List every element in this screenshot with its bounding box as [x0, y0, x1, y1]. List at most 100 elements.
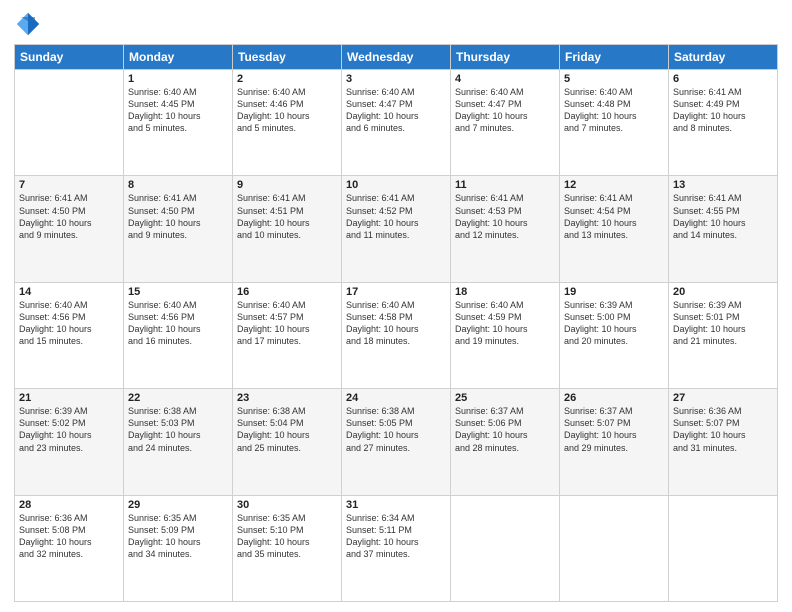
main-container: Sunday Monday Tuesday Wednesday Thursday…	[0, 0, 792, 612]
day-number: 22	[128, 392, 228, 404]
calendar-cell: 13Sunrise: 6:41 AM Sunset: 4:55 PM Dayli…	[669, 176, 778, 282]
calendar-week-5: 28Sunrise: 6:36 AM Sunset: 5:08 PM Dayli…	[15, 495, 778, 601]
calendar-week-3: 14 Sunrise: 6:40 AM Sunset: 4:56 PM Dayli…	[15, 282, 778, 388]
day-number: 9	[237, 179, 337, 191]
header	[14, 10, 778, 38]
day-number: 6	[673, 73, 773, 85]
day-number: 17	[346, 286, 446, 298]
day-number: 11	[455, 179, 555, 191]
day-info: Sunrise: 6:34 AM Sunset: 5:11 PM Dayligh…	[346, 512, 446, 561]
calendar-cell	[669, 495, 778, 601]
calendar-cell	[560, 495, 669, 601]
calendar-table: Sunday Monday Tuesday Wednesday Thursday…	[14, 44, 778, 602]
calendar-cell: 3Sunrise: 6:40 AM Sunset: 4:47 PM Daylig…	[342, 70, 451, 176]
day-info: Sunrise: 6:41 AM Sunset: 4:55 PM Dayligh…	[673, 192, 773, 241]
day-info: Sunrise: 6:40 AM Sunset: 4:56 PM Dayligh…	[128, 299, 228, 348]
col-tuesday: Tuesday	[233, 45, 342, 70]
day-info: Sunrise: 6:40 AM Sunset: 4:45 PM Dayligh…	[128, 86, 228, 135]
day-info: Sunrise: 6:39 AM Sunset: 5:02 PM Dayligh…	[19, 405, 119, 454]
calendar-cell: 1Sunrise: 6:40 AM Sunset: 4:45 PM Daylig…	[124, 70, 233, 176]
day-number: 27	[673, 392, 773, 404]
day-info: Sunrise: 6:40 AM Sunset: 4:59 PM Dayligh…	[455, 299, 555, 348]
calendar-cell	[15, 70, 124, 176]
day-info: Sunrise: 6:41 AM Sunset: 4:50 PM Dayligh…	[128, 192, 228, 241]
day-number: 8	[128, 179, 228, 191]
day-number: 12	[564, 179, 664, 191]
calendar-cell: 11Sunrise: 6:41 AM Sunset: 4:53 PM Dayli…	[451, 176, 560, 282]
day-number: 15	[128, 286, 228, 298]
day-number: 24	[346, 392, 446, 404]
day-number: 5	[564, 73, 664, 85]
day-info: Sunrise: 6:41 AM Sunset: 4:51 PM Dayligh…	[237, 192, 337, 241]
day-number: 28	[19, 499, 119, 511]
day-info: Sunrise: 6:39 AM Sunset: 5:00 PM Dayligh…	[564, 299, 664, 348]
day-number: 2	[237, 73, 337, 85]
col-wednesday: Wednesday	[342, 45, 451, 70]
day-number: 18	[455, 286, 555, 298]
calendar-cell: 15Sunrise: 6:40 AM Sunset: 4:56 PM Dayli…	[124, 282, 233, 388]
day-info: Sunrise: 6:40 AM Sunset: 4:57 PM Dayligh…	[237, 299, 337, 348]
day-number: 4	[455, 73, 555, 85]
day-info: Sunrise: 6:39 AM Sunset: 5:01 PM Dayligh…	[673, 299, 773, 348]
col-saturday: Saturday	[669, 45, 778, 70]
logo	[14, 10, 46, 38]
calendar-cell: 31Sunrise: 6:34 AM Sunset: 5:11 PM Dayli…	[342, 495, 451, 601]
day-info: Sunrise: 6:38 AM Sunset: 5:05 PM Dayligh…	[346, 405, 446, 454]
calendar-cell: 26Sunrise: 6:37 AM Sunset: 5:07 PM Dayli…	[560, 389, 669, 495]
day-number: 3	[346, 73, 446, 85]
calendar-week-1: 1Sunrise: 6:40 AM Sunset: 4:45 PM Daylig…	[15, 70, 778, 176]
calendar-cell: 2Sunrise: 6:40 AM Sunset: 4:46 PM Daylig…	[233, 70, 342, 176]
col-monday: Monday	[124, 45, 233, 70]
day-number: 1	[128, 73, 228, 85]
col-thursday: Thursday	[451, 45, 560, 70]
calendar-cell: 21Sunrise: 6:39 AM Sunset: 5:02 PM Dayli…	[15, 389, 124, 495]
day-number: 14	[19, 286, 119, 298]
calendar-cell: 27Sunrise: 6:36 AM Sunset: 5:07 PM Dayli…	[669, 389, 778, 495]
day-info: Sunrise: 6:41 AM Sunset: 4:52 PM Dayligh…	[346, 192, 446, 241]
calendar-cell: 25Sunrise: 6:37 AM Sunset: 5:06 PM Dayli…	[451, 389, 560, 495]
calendar-cell: 28Sunrise: 6:36 AM Sunset: 5:08 PM Dayli…	[15, 495, 124, 601]
day-info: Sunrise: 6:40 AM Sunset: 4:47 PM Dayligh…	[455, 86, 555, 135]
calendar-cell: 30Sunrise: 6:35 AM Sunset: 5:10 PM Dayli…	[233, 495, 342, 601]
calendar-cell: 8Sunrise: 6:41 AM Sunset: 4:50 PM Daylig…	[124, 176, 233, 282]
day-info: Sunrise: 6:35 AM Sunset: 5:09 PM Dayligh…	[128, 512, 228, 561]
day-info: Sunrise: 6:41 AM Sunset: 4:53 PM Dayligh…	[455, 192, 555, 241]
day-info: Sunrise: 6:35 AM Sunset: 5:10 PM Dayligh…	[237, 512, 337, 561]
calendar-cell: 9Sunrise: 6:41 AM Sunset: 4:51 PM Daylig…	[233, 176, 342, 282]
day-number: 19	[564, 286, 664, 298]
calendar-cell: 6Sunrise: 6:41 AM Sunset: 4:49 PM Daylig…	[669, 70, 778, 176]
calendar-cell: 14Sunrise: 6:40 AM Sunset: 4:56 PM Dayli…	[15, 282, 124, 388]
day-info: Sunrise: 6:38 AM Sunset: 5:04 PM Dayligh…	[237, 405, 337, 454]
calendar-cell: 17Sunrise: 6:40 AM Sunset: 4:58 PM Dayli…	[342, 282, 451, 388]
day-info: Sunrise: 6:40 AM Sunset: 4:48 PM Dayligh…	[564, 86, 664, 135]
day-info: Sunrise: 6:40 AM Sunset: 4:47 PM Dayligh…	[346, 86, 446, 135]
day-number: 7	[19, 179, 119, 191]
day-info: Sunrise: 6:41 AM Sunset: 4:49 PM Dayligh…	[673, 86, 773, 135]
day-info: Sunrise: 6:36 AM Sunset: 5:08 PM Dayligh…	[19, 512, 119, 561]
day-number: 13	[673, 179, 773, 191]
day-number: 21	[19, 392, 119, 404]
calendar-cell: 7Sunrise: 6:41 AM Sunset: 4:50 PM Daylig…	[15, 176, 124, 282]
day-info: Sunrise: 6:41 AM Sunset: 4:54 PM Dayligh…	[564, 192, 664, 241]
calendar-cell: 18Sunrise: 6:40 AM Sunset: 4:59 PM Dayli…	[451, 282, 560, 388]
day-number: 31	[346, 499, 446, 511]
calendar-cell: 5Sunrise: 6:40 AM Sunset: 4:48 PM Daylig…	[560, 70, 669, 176]
day-info: Sunrise: 6:40 AM Sunset: 4:58 PM Dayligh…	[346, 299, 446, 348]
day-info: Sunrise: 6:37 AM Sunset: 5:07 PM Dayligh…	[564, 405, 664, 454]
calendar-cell: 4Sunrise: 6:40 AM Sunset: 4:47 PM Daylig…	[451, 70, 560, 176]
col-friday: Friday	[560, 45, 669, 70]
calendar-cell	[451, 495, 560, 601]
day-number: 25	[455, 392, 555, 404]
day-info: Sunrise: 6:36 AM Sunset: 5:07 PM Dayligh…	[673, 405, 773, 454]
calendar-cell: 29Sunrise: 6:35 AM Sunset: 5:09 PM Dayli…	[124, 495, 233, 601]
day-info: Sunrise: 6:40 AM Sunset: 4:46 PM Dayligh…	[237, 86, 337, 135]
calendar-cell: 20Sunrise: 6:39 AM Sunset: 5:01 PM Dayli…	[669, 282, 778, 388]
calendar-cell: 12Sunrise: 6:41 AM Sunset: 4:54 PM Dayli…	[560, 176, 669, 282]
day-number: 10	[346, 179, 446, 191]
calendar-week-4: 21Sunrise: 6:39 AM Sunset: 5:02 PM Dayli…	[15, 389, 778, 495]
day-info: Sunrise: 6:38 AM Sunset: 5:03 PM Dayligh…	[128, 405, 228, 454]
day-number: 20	[673, 286, 773, 298]
calendar-cell: 23Sunrise: 6:38 AM Sunset: 5:04 PM Dayli…	[233, 389, 342, 495]
header-row: Sunday Monday Tuesday Wednesday Thursday…	[15, 45, 778, 70]
logo-icon	[14, 10, 42, 38]
